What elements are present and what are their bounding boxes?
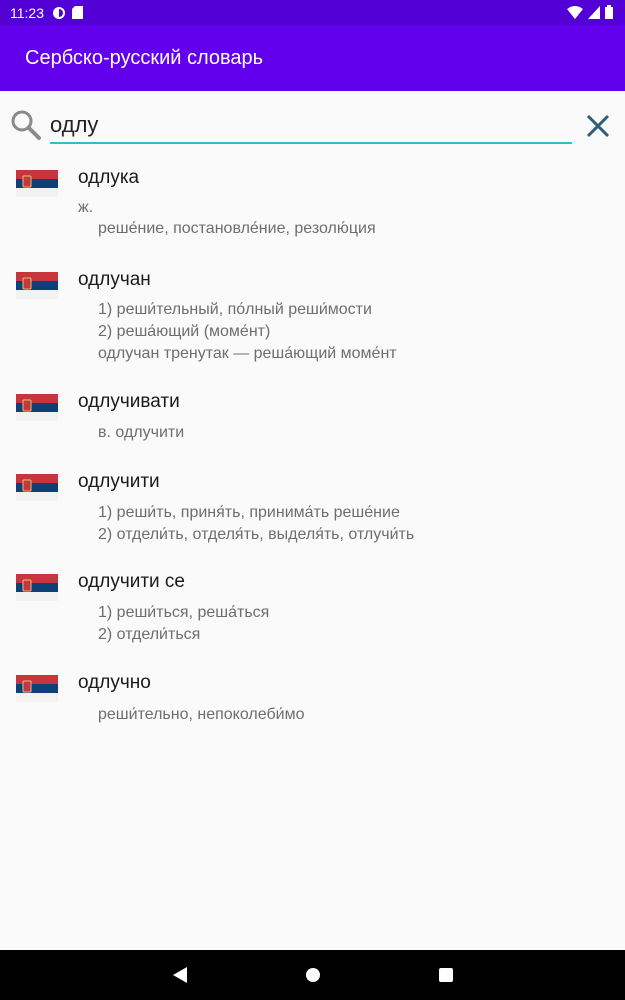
wifi-icon [567, 5, 583, 19]
navigation-bar [0, 950, 625, 1000]
serbian-flag-icon [16, 170, 58, 197]
serbian-flag-icon [16, 474, 58, 501]
entry-word: одлучно [78, 672, 151, 693]
entry-meaning: в. одлучити [98, 424, 185, 441]
status-time: 11:23 [10, 4, 44, 21]
entry-word: одлучити се [78, 571, 185, 592]
entry-meaning: 2) отдели́ть, отделя́ть, выделя́ть, отлу… [98, 526, 415, 543]
list-item[interactable]: одлучити се 1) реши́ться, реша́ться 2) о… [0, 561, 625, 662]
entry-gender: ж. [78, 199, 94, 216]
app-bar: Сербско-русский словарь [0, 25, 625, 91]
entry-meaning: 1) реши́ться, реша́ться [98, 604, 270, 621]
search-input[interactable] [50, 108, 572, 144]
search-bar [0, 91, 625, 157]
entry-word: одлучити [78, 471, 160, 492]
entry-word: одлука [78, 167, 140, 188]
entry-meaning: одлучан тренутак — реша́ющий моме́нт [98, 345, 397, 362]
battery-icon [605, 5, 613, 19]
entry-meaning: 1) реши́тельный, по́лный реши́мости [98, 301, 372, 318]
list-item[interactable]: одлука ж. реше́ние, постановле́ние, резо… [0, 157, 625, 259]
results-list: одлука ж. реше́ние, постановле́ние, резо… [0, 157, 625, 742]
serbian-flag-icon [16, 394, 58, 421]
serbian-flag-icon [16, 574, 58, 601]
list-item[interactable]: одлучивати в. одлучити [0, 381, 625, 461]
entry-meaning: 2) отдели́ться [98, 626, 201, 643]
status-bar: 11:23 [0, 0, 625, 25]
list-item[interactable]: одлучити 1) реши́ть, приня́ть, принима́т… [0, 461, 625, 561]
serbian-flag-icon [16, 675, 58, 702]
home-icon[interactable] [304, 965, 322, 985]
entry-meaning: 2) реша́ющий (моме́нт) [98, 323, 271, 340]
search-icon [11, 110, 41, 140]
sync-icon [53, 6, 65, 19]
sd-card-icon [72, 6, 83, 19]
entry-word: одлучивати [78, 391, 180, 412]
serbian-flag-icon [16, 272, 58, 299]
entry-meaning: 1) реши́ть, приня́ть, принима́ть реше́ни… [98, 504, 400, 521]
entry-word: одлучан [78, 269, 151, 290]
recents-icon[interactable] [437, 965, 455, 985]
app-title: Сербско-русский словарь [25, 47, 264, 69]
back-icon[interactable] [171, 965, 189, 985]
list-item[interactable]: одлучан 1) реши́тельный, по́лный реши́мо… [0, 259, 625, 381]
entry-meaning: реши́тельно, непоколеби́мо [98, 706, 305, 723]
signal-icon [588, 5, 600, 19]
close-icon[interactable] [584, 112, 612, 140]
entry-meaning: реше́ние, постановле́ние, резолю́ция [98, 220, 376, 237]
list-item[interactable]: одлучно реши́тельно, непоколеби́мо [0, 662, 625, 742]
